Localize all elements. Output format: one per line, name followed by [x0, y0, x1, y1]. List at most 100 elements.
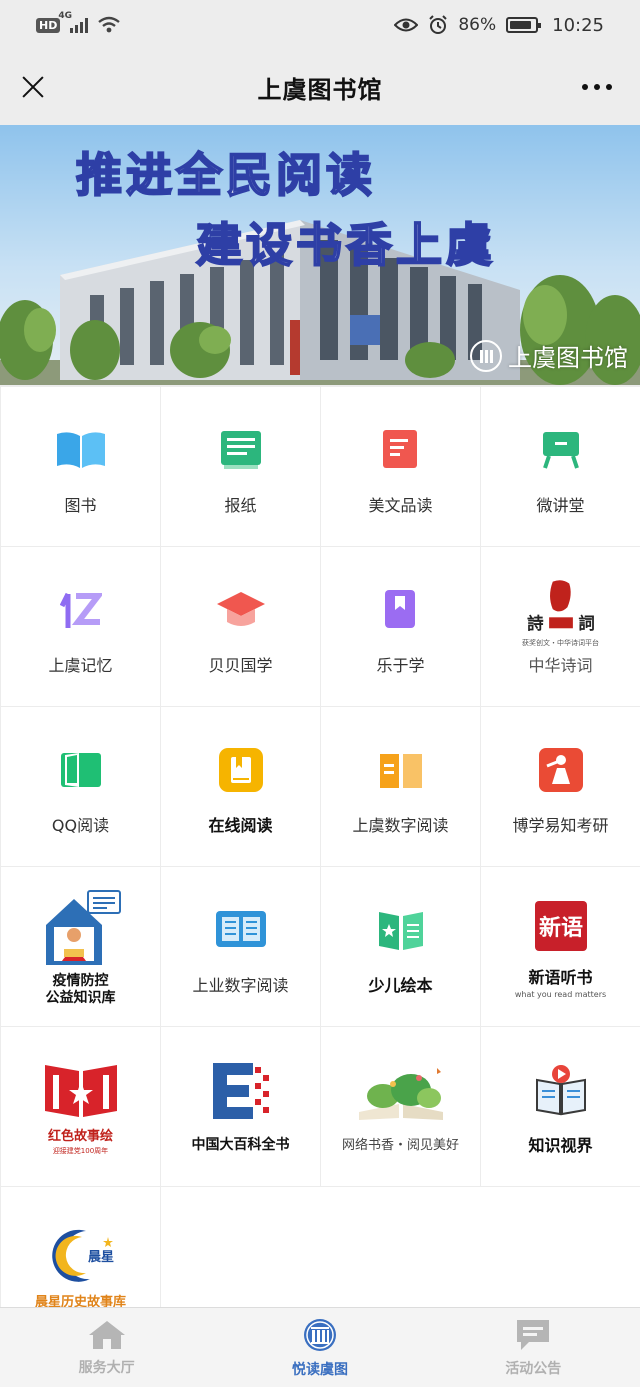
bookmark-book-icon [369, 578, 433, 642]
clock: 10:25 [552, 14, 604, 36]
grid-item-label: 美文品读 [368, 495, 433, 515]
tab-bar: 服务大厅 悦读虞图 活动公告 [0, 1307, 640, 1387]
grid-item-label: 报纸 [224, 495, 257, 515]
grid-item-lecture[interactable]: 微讲堂 [481, 387, 640, 546]
banner-slogan-2: 建设书香上虞 [195, 217, 496, 273]
grid-item-label: 乐于学 [376, 655, 425, 675]
grid-item-label: 中国大百科全书 [191, 1137, 290, 1154]
grid-item-label: 网络书香・阅见美好 [341, 1137, 459, 1153]
morning-star-icon: 晨星 [41, 1223, 121, 1287]
digital-book-icon [369, 738, 433, 802]
banner-logo: 上虞图书馆 [470, 338, 628, 373]
eye-icon [394, 18, 419, 32]
home-icon [88, 1320, 125, 1349]
library-logo-icon [470, 339, 502, 372]
grid-item-xinyu-audio[interactable]: 新语 新语听书 what you read matters [481, 867, 640, 1026]
grid-item-label: 知识视界 [528, 1135, 593, 1155]
grid-item-label: 图书 [64, 495, 97, 515]
grid-item-red-story[interactable]: 红色故事绘 迎接建党100周年 [1, 1027, 160, 1186]
grid-item-label: 上虞记忆 [48, 655, 113, 675]
grid-item-label: 在线阅读 [208, 815, 273, 835]
grid-item-label: 博学易知考研 [512, 815, 609, 835]
video-book-icon [529, 1058, 593, 1122]
grid-item-boxue[interactable]: 博学易知考研 [481, 707, 640, 866]
xinyu-logo-icon: 新语 [529, 894, 593, 958]
status-left: HD 4G [36, 11, 121, 34]
grid-item-beibei[interactable]: 贝贝国学 [161, 547, 320, 706]
battery-percent: 86% [458, 15, 497, 35]
grid-item-label: 中华诗词 [528, 655, 593, 675]
grid-item-qq-read[interactable]: QQ阅读 [1, 707, 160, 866]
presentation-icon [529, 418, 593, 482]
tab-label: 活动公告 [505, 1360, 562, 1377]
tab-service-hall[interactable]: 服务大厅 [0, 1308, 213, 1387]
grid-item-online-reading[interactable]: 在线阅读 [161, 707, 320, 866]
newspaper-icon [209, 418, 273, 482]
grid-item-label: 少儿绘本 [368, 975, 433, 995]
red-story-icon [36, 1057, 126, 1121]
grid-item-newspaper[interactable]: 报纸 [161, 387, 320, 546]
network-type: 4G [58, 11, 72, 21]
grid-item-shangyu-digital[interactable]: 上虞数字阅读 [321, 707, 480, 866]
status-bar: HD 4G 86% 10:25 [0, 0, 640, 50]
more-options-icon[interactable] [582, 84, 612, 90]
grid-item-label: 疫情防控 公益知识库 [45, 972, 116, 1006]
service-grid: 图书 报纸 美文品读 微讲堂 上虞记忆 贝贝国学 乐于学 詩 詞 获奖创文・中华… [0, 385, 640, 1346]
grid-item-picture-books[interactable]: 少儿绘本 [321, 867, 480, 1026]
book-garden-icon [351, 1060, 451, 1124]
grid-item-label: 上业数字阅读 [192, 975, 289, 995]
red-story-sublabel: 迎接建党100周年 [52, 1147, 109, 1156]
svg-text:新语: 新语 [538, 915, 582, 941]
xinyu-sublabel: what you read matters [514, 989, 607, 999]
graduation-cap-icon [209, 578, 273, 642]
page-title: 上虞图书馆 [257, 76, 383, 104]
study-icon [529, 738, 593, 802]
grid-item-label: 上虞数字阅读 [352, 815, 449, 835]
qq-read-icon [49, 738, 113, 802]
document-icon [369, 418, 433, 482]
home-reader-icon [36, 887, 126, 967]
banner-logo-text: 上虞图书馆 [508, 344, 628, 372]
grid-item-leyuxue[interactable]: 乐于学 [321, 547, 480, 706]
close-icon[interactable] [20, 74, 46, 100]
grid-item-label: QQ阅读 [51, 815, 110, 835]
library-icon [303, 1318, 336, 1351]
ebook-reader-icon [209, 898, 273, 962]
poetry-sublabel: 获奖创文・中华诗词平台 [522, 638, 599, 647]
hd-badge: HD [36, 17, 61, 33]
memory-glyph-icon [49, 578, 113, 642]
grid-item-label: 红色故事绘 [47, 1128, 113, 1144]
message-icon [517, 1319, 550, 1350]
banner-slogan-1: 推进全民阅读 [75, 147, 376, 203]
poetry-seal-icon: 詩 詞 获奖创文・中华诗词平台 [516, 578, 606, 648]
grid-item-books[interactable]: 图书 [1, 387, 160, 546]
tab-yuedu-yutu[interactable]: 悦读虞图 [213, 1308, 426, 1387]
status-right: 86% 10:25 [394, 15, 604, 36]
grid-item-epidemic-knowledge[interactable]: 疫情防控 公益知识库 [1, 867, 160, 1026]
tab-label: 悦读虞图 [291, 1361, 348, 1378]
grid-item-shangyu-memory[interactable]: 上虞记忆 [1, 547, 160, 706]
encyclopedia-icon [206, 1059, 276, 1123]
svg-text:晨星: 晨星 [88, 1250, 114, 1265]
tab-announcements[interactable]: 活动公告 [427, 1308, 640, 1387]
grid-item-label: 微讲堂 [536, 495, 585, 515]
grid-item-knowledge-vision[interactable]: 知识视界 [481, 1027, 640, 1186]
grid-item-shangye-digital[interactable]: 上业数字阅读 [161, 867, 320, 1026]
signal-icon: 4G [58, 11, 89, 33]
star-book-icon [369, 898, 433, 962]
tab-label: 服务大厅 [78, 1359, 135, 1376]
nav-bar: 上虞图书馆 [0, 50, 640, 125]
online-read-icon [209, 738, 273, 802]
banner[interactable]: 推进全民阅读 建设书香上虞 上虞图书馆 [0, 125, 640, 385]
wifi-icon [98, 16, 121, 33]
battery-icon [506, 17, 542, 33]
grid-item-chinese-poetry[interactable]: 詩 詞 获奖创文・中华诗词平台 中华诗词 [481, 547, 640, 706]
open-book-icon [49, 418, 113, 482]
grid-item-online-bookfragrance[interactable]: 网络书香・阅见美好 [321, 1027, 480, 1186]
grid-item-label: 新语听书 [528, 968, 593, 988]
grid-item-encyclopedia[interactable]: 中国大百科全书 [161, 1027, 320, 1186]
grid-item-label: 贝贝国学 [208, 655, 273, 675]
alarm-icon [429, 15, 448, 34]
grid-item-essays[interactable]: 美文品读 [321, 387, 480, 546]
svg-text:詞: 詞 [578, 614, 594, 633]
